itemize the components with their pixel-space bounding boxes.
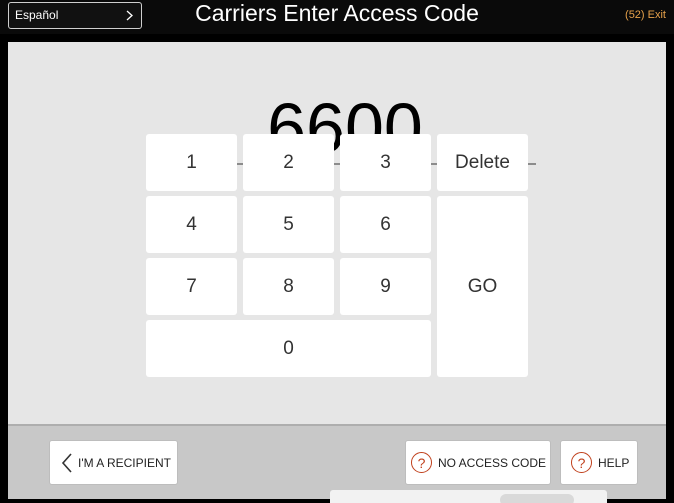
question-circle-icon: ? — [411, 452, 432, 473]
question-circle-icon: ? — [571, 452, 592, 473]
go-key[interactable]: GO — [437, 196, 528, 377]
key-8[interactable]: 8 — [243, 258, 334, 315]
key-6[interactable]: 6 — [340, 196, 431, 253]
key-7[interactable]: 7 — [146, 258, 237, 315]
no-access-code-label: NO ACCESS CODE — [438, 455, 547, 470]
recipient-button-label: I'M A RECIPIENT — [78, 455, 171, 470]
chevron-left-icon — [61, 452, 72, 473]
bottom-popup-edge — [330, 490, 607, 503]
key-2[interactable]: 2 — [243, 134, 334, 191]
help-button-label: HELP — [598, 455, 630, 470]
help-button[interactable]: ? HELP — [560, 440, 638, 485]
key-4[interactable]: 4 — [146, 196, 237, 253]
delete-key[interactable]: Delete — [437, 134, 528, 191]
keypad-panel: 6600 1 2 3 Delete 4 5 6 GO 7 8 9 0 — [8, 42, 666, 424]
exit-button[interactable]: (52) Exit — [625, 9, 666, 21]
page-title: Carriers Enter Access Code — [195, 0, 479, 26]
key-5[interactable]: 5 — [243, 196, 334, 253]
top-bar: Español Carriers Enter Access Code (52) … — [0, 0, 674, 34]
no-access-code-button[interactable]: ? NO ACCESS CODE — [405, 440, 551, 485]
bottom-bar: I'M A RECIPIENT ? NO ACCESS CODE ? HELP — [8, 424, 666, 499]
key-0[interactable]: 0 — [146, 320, 431, 377]
key-9[interactable]: 9 — [340, 258, 431, 315]
recipient-button[interactable]: I'M A RECIPIENT — [49, 440, 178, 485]
popup-pill — [500, 494, 574, 503]
key-1[interactable]: 1 — [146, 134, 237, 191]
key-3[interactable]: 3 — [340, 134, 431, 191]
